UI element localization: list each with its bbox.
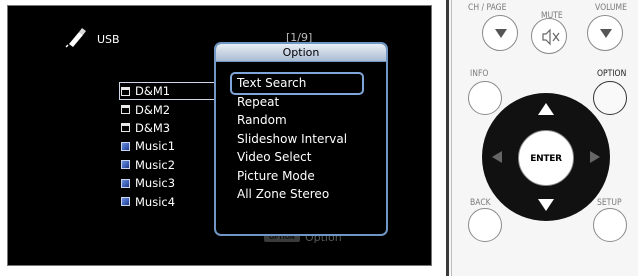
menu-item-slideshow-interval[interactable]: Slideshow Interval [232, 130, 362, 149]
menu-item-text-search[interactable]: Text Search [230, 72, 364, 95]
volume-down-button[interactable] [587, 15, 623, 51]
option-menu: Text Search Repeat Random Slideshow Inte… [230, 72, 364, 204]
setup-button[interactable] [593, 208, 627, 242]
file-name: Music4 [135, 194, 176, 209]
volume-label: VOLUME [595, 3, 627, 13]
remote-edge [446, 0, 449, 276]
usb-icon [65, 28, 86, 48]
ch-page-label: CH / PAGE [468, 3, 507, 13]
remote-edge-line [451, 0, 452, 276]
mute-button[interactable] [531, 18, 567, 54]
speaker-mute-icon [542, 28, 560, 46]
menu-item-repeat[interactable]: Repeat [232, 93, 362, 112]
arrow-right-icon[interactable] [590, 151, 600, 163]
music-file-icon [121, 178, 130, 188]
file-name: Music1 [135, 139, 176, 154]
enter-button[interactable]: ENTER [518, 130, 574, 186]
option-popup: Option Text Search Repeat Random Slidesh… [214, 42, 388, 236]
source-label: USB [97, 33, 120, 46]
file-name: D&M3 [135, 120, 171, 135]
menu-item-random[interactable]: Random [232, 111, 362, 130]
music-file-icon [121, 141, 130, 151]
triangle-down-icon [495, 29, 507, 38]
menu-item-video-select[interactable]: Video Select [232, 148, 362, 167]
setup-label: SETUP [597, 198, 622, 208]
menu-item-all-zone-stereo[interactable]: All Zone Stereo [232, 185, 362, 204]
folder-icon [121, 105, 130, 115]
file-name: Music2 [135, 157, 176, 172]
file-name: Music3 [135, 176, 176, 191]
music-file-icon [121, 160, 130, 170]
file-name: D&M2 [135, 102, 171, 117]
option-label: OPTION [597, 69, 627, 79]
file-name: D&M1 [135, 84, 171, 99]
back-button[interactable] [468, 208, 502, 242]
music-file-icon [121, 197, 130, 207]
info-label: INFO [470, 69, 489, 79]
popup-title: Option [216, 44, 386, 62]
back-label: BACK [470, 198, 491, 208]
ch-page-down-button[interactable] [482, 15, 518, 51]
arrow-up-icon[interactable] [538, 103, 554, 115]
folder-icon [121, 86, 130, 96]
arrow-down-icon[interactable] [538, 199, 554, 211]
folder-icon [121, 123, 130, 133]
triangle-down-icon [600, 29, 612, 38]
menu-item-picture-mode[interactable]: Picture Mode [232, 167, 362, 186]
remote-control: CH / PAGE MUTE VOLUME INFO OPTION ENTER … [446, 0, 638, 276]
tv-screen: USB [1/9] D&M1 D&M2 D&M3 Music1 Music2 M… [7, 5, 432, 266]
arrow-left-icon[interactable] [492, 151, 502, 163]
